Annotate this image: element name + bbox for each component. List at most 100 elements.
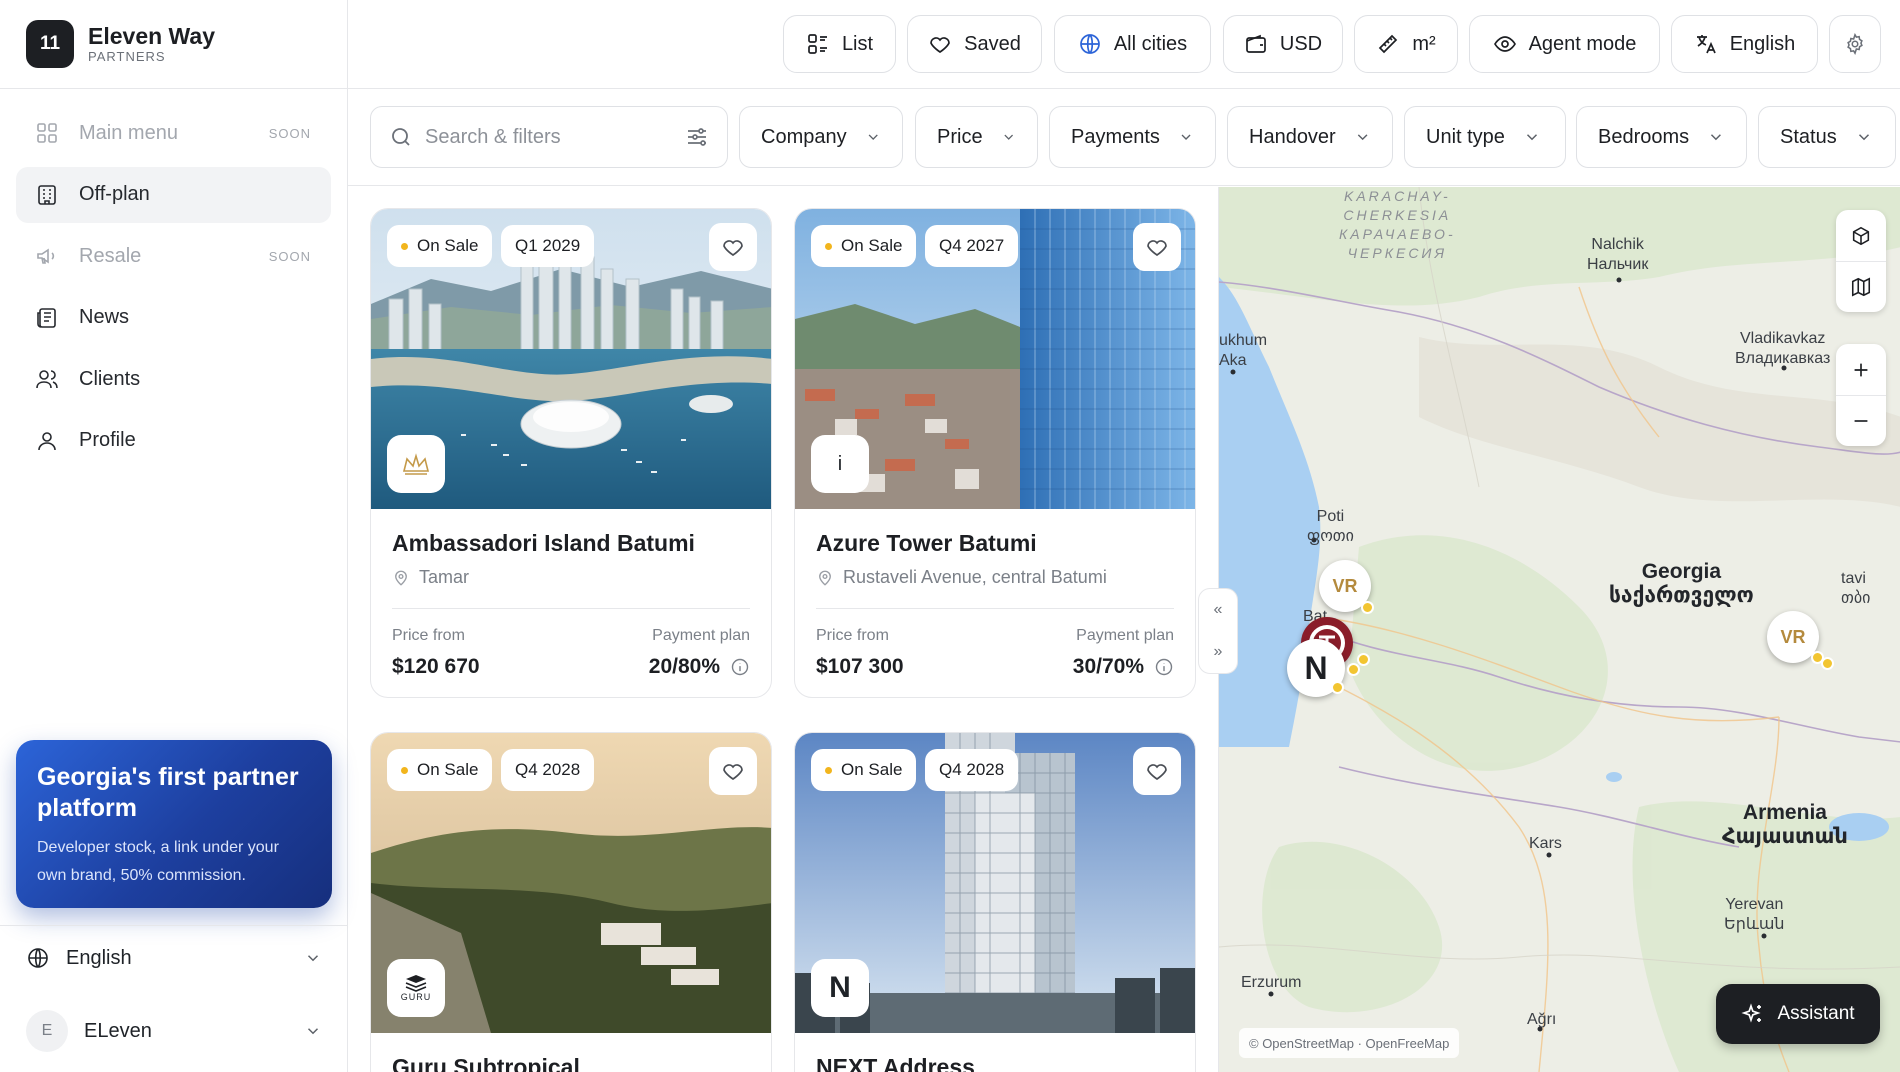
developer-logo: GURU bbox=[387, 959, 445, 1017]
map-marker-dot[interactable] bbox=[1357, 653, 1370, 666]
assistant-label: Assistant bbox=[1777, 1003, 1855, 1024]
chevron-down-icon bbox=[868, 134, 878, 141]
map-label-armenia: Armenia Հայաստան bbox=[1722, 801, 1848, 848]
map-label-agri: Ağrı bbox=[1527, 1011, 1557, 1028]
favorite-button[interactable] bbox=[1133, 747, 1181, 795]
chevron-down-icon bbox=[307, 1028, 319, 1035]
assistant-button[interactable]: Assistant bbox=[1716, 984, 1880, 1044]
search-input[interactable] bbox=[425, 125, 675, 149]
collapse-left-icon[interactable]: « bbox=[1214, 601, 1223, 619]
language-button[interactable]: English bbox=[1671, 15, 1818, 73]
filter-label: Status bbox=[1780, 125, 1837, 148]
sidebar-item-label: Main menu bbox=[79, 121, 178, 144]
chevron-down-icon bbox=[1181, 134, 1191, 140]
listing-card[interactable]: On Sale Q4 2028 N NEXT Address bbox=[794, 732, 1196, 1072]
map-marker-dot[interactable] bbox=[1821, 657, 1834, 670]
agent-mode-button[interactable]: Agent mode bbox=[1469, 15, 1660, 73]
crown-logo-icon bbox=[402, 453, 430, 475]
sidebar-item-main-menu[interactable]: Main menu SOON bbox=[16, 105, 331, 161]
price-filter[interactable]: Price bbox=[915, 106, 1038, 168]
list-view-button[interactable]: List bbox=[783, 15, 896, 73]
globe-icon bbox=[1079, 34, 1100, 54]
info-icon[interactable] bbox=[730, 657, 750, 677]
city-selector-button[interactable]: All cities bbox=[1054, 15, 1211, 73]
filter-label: Price bbox=[937, 125, 983, 148]
zoom-out-button[interactable] bbox=[1836, 395, 1886, 446]
listing-title: Guru Subtropical bbox=[392, 1054, 580, 1072]
sidebar-item-off-plan[interactable]: Off-plan bbox=[16, 166, 331, 223]
brand[interactable]: 11 Eleven Way PARTNERS bbox=[0, 0, 347, 89]
settings-button[interactable] bbox=[1829, 15, 1881, 73]
developer-logo: i bbox=[811, 435, 869, 493]
sidebar-item-clients[interactable]: Clients bbox=[16, 351, 331, 407]
promo-card[interactable]: Georgia's first partner platform Develop… bbox=[16, 740, 332, 908]
divider bbox=[816, 608, 1174, 609]
listing-location: Rustaveli Avenue, central Batumi bbox=[816, 567, 1174, 588]
grid-icon bbox=[37, 123, 57, 143]
saved-button[interactable]: Saved bbox=[907, 15, 1042, 73]
bedrooms-filter[interactable]: Bedrooms bbox=[1576, 106, 1747, 168]
favorite-button[interactable] bbox=[709, 747, 757, 795]
chevron-down-icon bbox=[1711, 134, 1722, 141]
sidebar-item-news[interactable]: News bbox=[16, 290, 331, 346]
sidebar: 11 Eleven Way PARTNERS Main menu SOON Of… bbox=[0, 0, 348, 1072]
handover-badge: Q4 2028 bbox=[501, 749, 595, 791]
zoom-in-button[interactable] bbox=[1836, 344, 1886, 395]
map-marker-dot[interactable] bbox=[1347, 663, 1360, 676]
map-marker-dot[interactable] bbox=[1361, 601, 1374, 614]
filter-bar: Company Price Payments Handover Unit typ… bbox=[348, 89, 1900, 186]
listing-card[interactable]: On Sale Q1 2029 Ambassadori Island Batum… bbox=[370, 208, 772, 698]
company-filter[interactable]: Company bbox=[739, 106, 903, 168]
payments-filter[interactable]: Payments bbox=[1049, 106, 1216, 168]
status-dot bbox=[401, 766, 408, 774]
sidebar-item-resale[interactable]: Resale SOON bbox=[16, 228, 331, 284]
listing-card[interactable]: On Sale Q4 2028 GURU Guru Subtropical bbox=[370, 732, 772, 1072]
status-dot bbox=[825, 242, 832, 250]
favorite-button[interactable] bbox=[1133, 223, 1181, 271]
plan-text: 20/80% bbox=[648, 655, 720, 678]
unit-type-filter[interactable]: Unit type bbox=[1404, 106, 1566, 168]
info-icon[interactable] bbox=[1154, 657, 1174, 677]
user-menu[interactable]: E ELeven bbox=[26, 1010, 322, 1052]
currency-button[interactable]: USD bbox=[1223, 15, 1343, 73]
heart-icon bbox=[723, 240, 743, 257]
map-panel[interactable]: KARACHAY- CHERKESIA КАРАЧАЕВО- ЧЕРКЕСИЯ … bbox=[1218, 187, 1900, 1072]
map-label-tbilisi: tavi თბი bbox=[1841, 570, 1871, 607]
filter-label: Bedrooms bbox=[1598, 125, 1690, 148]
map-attribution[interactable]: © OpenStreetMap · OpenFreeMap bbox=[1239, 1028, 1460, 1058]
globe-icon bbox=[28, 948, 48, 968]
payment-plan-value: 20/80% bbox=[649, 655, 750, 679]
listing-card[interactable]: On Sale Q4 2027 i Azure Tower Batumi Rus… bbox=[794, 208, 1196, 698]
sidebar-item-label: Resale bbox=[79, 244, 142, 267]
listing-title: Ambassadori Island Batumi bbox=[392, 530, 695, 556]
brand-subtitle: PARTNERS bbox=[88, 49, 166, 64]
search-box[interactable] bbox=[370, 106, 728, 168]
chevron-down-icon bbox=[1357, 134, 1368, 141]
status-filter[interactable]: Status bbox=[1758, 106, 1896, 168]
filter-label: Payments bbox=[1071, 125, 1160, 148]
language-selector[interactable]: English bbox=[26, 938, 322, 978]
status-badge: On Sale bbox=[387, 749, 493, 791]
status-text: On Sale bbox=[417, 760, 479, 779]
3d-view-button[interactable] bbox=[1836, 210, 1886, 261]
sliders-icon[interactable] bbox=[685, 125, 709, 149]
listing-location: Tamar bbox=[392, 567, 750, 588]
chevron-down-icon bbox=[1858, 134, 1869, 141]
heart-icon bbox=[723, 764, 743, 781]
map-marker-dot[interactable] bbox=[1331, 681, 1344, 694]
map-label-sukhumi: ukhum Aka bbox=[1219, 332, 1268, 369]
search-icon bbox=[392, 128, 410, 146]
handover-filter[interactable]: Handover bbox=[1227, 106, 1393, 168]
favorite-button[interactable] bbox=[709, 223, 757, 271]
expand-right-icon[interactable]: » bbox=[1214, 643, 1223, 661]
megaphone-icon bbox=[37, 248, 55, 264]
map-layer-button[interactable] bbox=[1836, 261, 1886, 312]
developer-logo: N bbox=[811, 959, 869, 1017]
unit-button[interactable]: m² bbox=[1354, 15, 1458, 73]
soon-badge: SOON bbox=[268, 248, 311, 264]
payment-plan-value: 30/70% bbox=[1073, 655, 1174, 679]
sidebar-item-profile[interactable]: Profile bbox=[16, 413, 331, 469]
divider bbox=[392, 608, 750, 609]
top-bar: List Saved All cities USD m² Agent mode … bbox=[348, 0, 1900, 89]
eye-icon bbox=[1493, 36, 1516, 52]
